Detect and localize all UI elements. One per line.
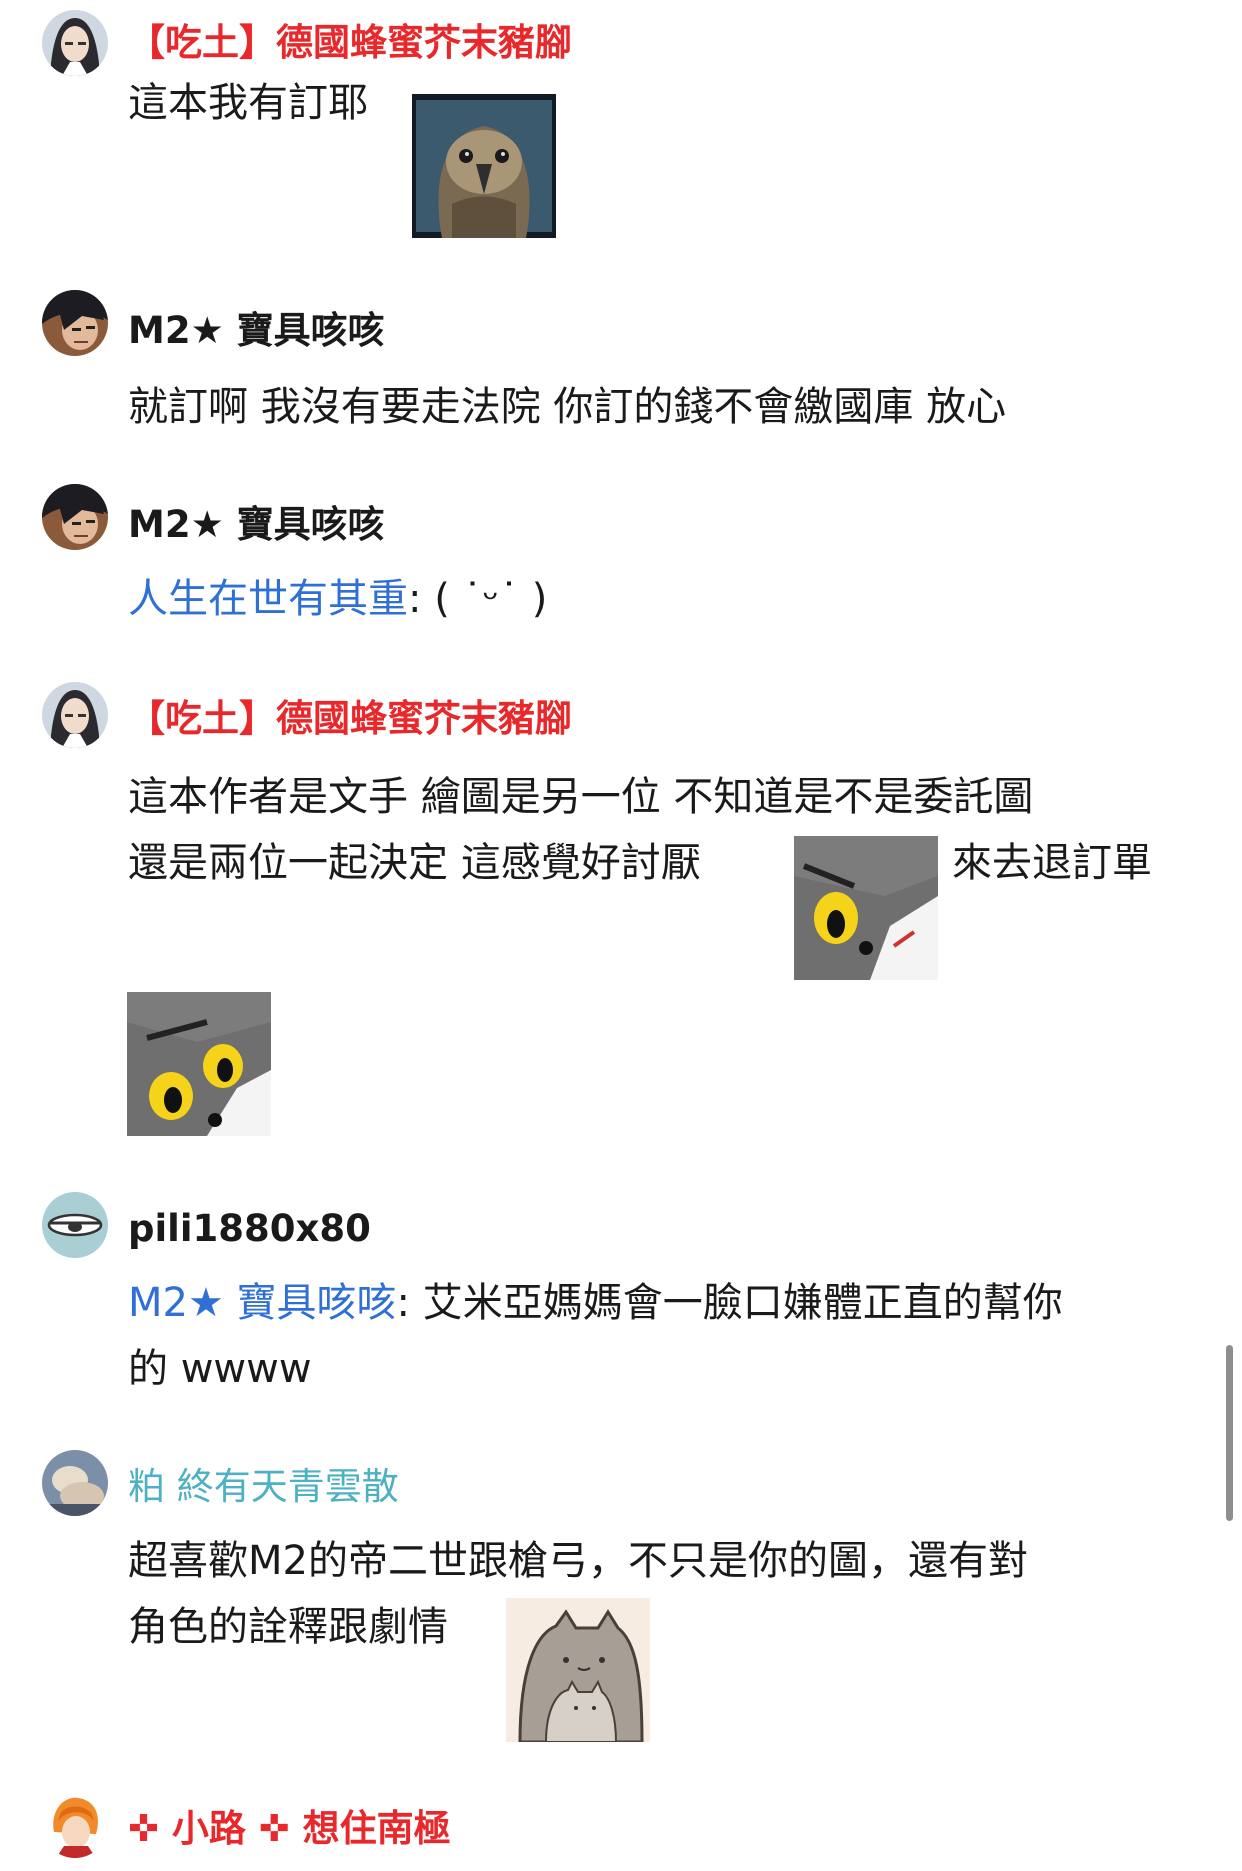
author-name[interactable]: pili1880x80 [128, 1210, 371, 1247]
author-name[interactable]: 【吃土】德國蜂蜜芥末豬腳 [128, 24, 572, 61]
avatar[interactable] [42, 1192, 108, 1258]
author-name[interactable]: M2★ 寶具咳咳 [128, 312, 385, 349]
avatar[interactable] [42, 1792, 108, 1858]
mention-link[interactable]: M2★ 寶具咳咳 [128, 1280, 397, 1326]
comment-text: 人生在世有其重: ( ˙ᵕ˙ ) [128, 566, 547, 632]
author-name[interactable]: M2★ 寶具咳咳 [128, 506, 385, 543]
author-name[interactable]: ✜ 小路 ✜ 想住南極 [128, 1810, 451, 1847]
avatar[interactable] [42, 10, 108, 76]
avatar[interactable] [42, 484, 108, 550]
author-name[interactable]: 粕 終有天青雲散 [128, 1468, 399, 1505]
comment-text-line: 來去退訂單 [952, 840, 1152, 886]
owl-sticker [412, 94, 556, 238]
mention-link[interactable]: 人生在世有其重 [128, 576, 408, 622]
comment-text-rest: : 艾米亞媽媽會一臉口嫌體正直的幫你 [396, 1280, 1063, 1326]
avatar[interactable] [42, 682, 108, 748]
tom-cat-sticker [127, 992, 271, 1136]
comment-text-line: 還是兩位一起決定 這感覺好討厭 [128, 840, 701, 886]
pusheen-sticker [506, 1598, 650, 1742]
comment-text: 就訂啊 我沒有要走法院 你訂的錢不會繳國庫 放心 [128, 384, 1007, 430]
comment-text: 這本我有訂耶 [128, 80, 368, 126]
avatar[interactable] [42, 1450, 108, 1516]
scrollbar[interactable] [1226, 1345, 1233, 1521]
comment-text-line: M2★ 寶具咳咳: 艾米亞媽媽會一臉口嫌體正直的幫你 [128, 1270, 1063, 1336]
comment-text-line: 的 wwww [128, 1346, 312, 1392]
author-name[interactable]: 【吃土】德國蜂蜜芥末豬腳 [128, 700, 572, 737]
comment-text-line: 這本作者是文手 繪圖是另一位 不知道是不是委託圖 [128, 774, 1034, 820]
avatar[interactable] [42, 290, 108, 356]
comment-text-line: 超喜歡M2的帝二世跟槍弓，不只是你的圖，還有對 [128, 1538, 1028, 1584]
comment-text-rest: : ( ˙ᵕ˙ ) [408, 576, 548, 622]
tom-cat-sticker [794, 836, 938, 980]
comment-text-line: 角色的詮釋跟劇情 [128, 1604, 448, 1650]
